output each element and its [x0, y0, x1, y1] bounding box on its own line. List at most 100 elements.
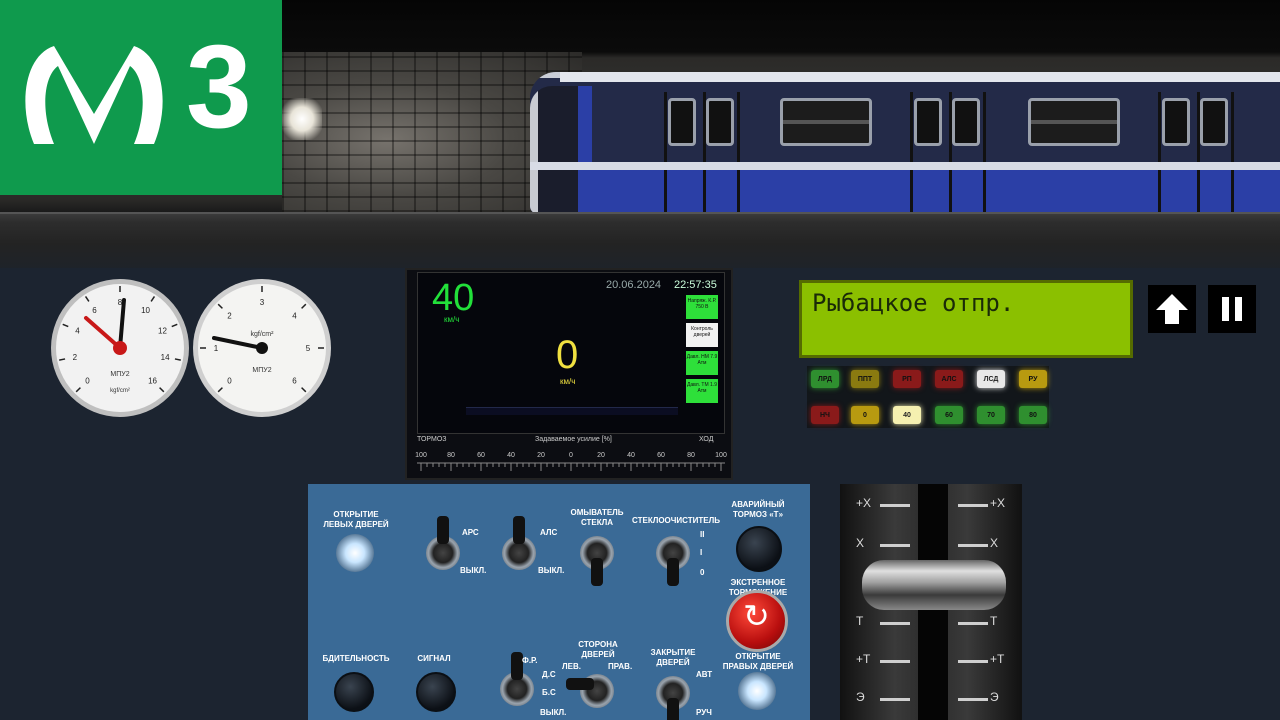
controller-pos-left-label: +T: [856, 652, 871, 666]
indicator-rp: РП: [893, 370, 921, 388]
traction-controller[interactable]: +X X T +T Э +X X T +T Э: [840, 484, 1022, 720]
bs-label: Б.С: [542, 688, 556, 697]
metro-m-icon: [25, 46, 163, 144]
controller-pos-right-mark: [958, 698, 988, 701]
indicator-lrd: ЛРД: [811, 370, 839, 388]
gauge-tick-label: 12: [158, 326, 167, 335]
controller-pos-right-mark: [958, 622, 988, 625]
platform-edge: [0, 212, 1280, 268]
tm-pressure-indicator: Давл. ТМ 1.9 Атм: [686, 379, 718, 403]
scale-tick-label: 40: [627, 452, 635, 459]
indicator-als: АЛС: [935, 370, 963, 388]
gauge-tick-label: 3: [260, 298, 265, 307]
open-right-doors-button[interactable]: [738, 672, 776, 710]
emergency-stop-button[interactable]: [726, 590, 788, 652]
station-text: Рыбацкое отпр.: [812, 289, 1015, 317]
gauge-tick-label: 0: [85, 377, 90, 386]
als-label: АЛС: [540, 528, 558, 537]
gauge-tick-label: 2: [227, 311, 232, 320]
arrow-up-icon: [1156, 294, 1188, 324]
gauge-tick-label: 2: [73, 353, 78, 362]
gauge-tick-label: 0: [227, 377, 232, 386]
wiper-ii-label: II: [700, 530, 705, 539]
tunnel-lamp: [282, 98, 322, 140]
controller-pos-right-mark: [958, 504, 988, 507]
controller-pos-right-label: +X: [990, 496, 1006, 510]
pressure-gauge-right: 0 1 2 3 4 5 6 kgf/cm² МПУ2: [193, 279, 331, 417]
gauge-tick-label: 10: [141, 306, 150, 315]
gauge-tick-label: 4: [292, 311, 297, 320]
voltage-indicator: Напряж. К.Р. 750 В: [686, 295, 718, 319]
controller-pos-right-label: Э: [990, 690, 999, 704]
display-date: 20.06.2024: [606, 279, 662, 291]
close-doors-manual-label: РУЧ: [696, 708, 712, 717]
current-speed: 0: [556, 333, 579, 377]
close-doors-auto-label: АВТ: [696, 670, 713, 679]
controller-pos-right-mark: [958, 660, 988, 663]
indicator-speed-60: 60: [935, 406, 963, 424]
wiper-label: СТЕКЛООЧИСТИТЕЛЬ: [632, 516, 720, 525]
signal-button[interactable]: [416, 672, 456, 712]
fr-label: Ф.Р.: [522, 656, 538, 665]
gauge-tick-label: 16: [148, 377, 157, 386]
door-side-switch[interactable]: [566, 674, 614, 708]
gauge-tick-label: 4: [75, 326, 80, 335]
controller-pos-right-label: +T: [990, 652, 1005, 666]
scale-tick-label: 0: [569, 452, 573, 459]
ds-label: Д.С: [542, 670, 556, 679]
controller-pos-left-mark: [880, 698, 910, 701]
current-speed-unit: км/ч: [560, 377, 576, 386]
station-display: Рыбацкое отпр.: [799, 280, 1133, 358]
pressure-gauge-left: 0246810121416 МПУ2 kgf/cm²: [51, 279, 189, 417]
vigilance-button[interactable]: [334, 672, 374, 712]
als-toggle[interactable]: [502, 516, 536, 570]
indicator-speed-70: 70: [977, 406, 1005, 424]
open-left-doors-label: ОТКРЫТИЕ ЛЕВЫХ ДВЕРЕЙ: [323, 510, 389, 529]
controller-pos-right-label: X: [990, 536, 999, 550]
indicator-speed-80: 80: [1019, 406, 1047, 424]
wiper-0-label: 0: [700, 568, 705, 577]
controller-handle[interactable]: [862, 560, 1006, 610]
scale-ruler: [417, 462, 725, 471]
close-doors-label: ЗАКРЫТИЕ ДВЕРЕЙ: [650, 648, 696, 667]
door-side-left-label: ЛЕВ.: [562, 662, 581, 671]
wiper-toggle[interactable]: [656, 536, 690, 586]
headlights-toggle[interactable]: [500, 652, 534, 706]
open-left-doors-button[interactable]: [336, 534, 374, 572]
washer-toggle[interactable]: [580, 536, 614, 586]
scale-tick-label: 60: [657, 452, 665, 459]
up-button[interactable]: [1148, 285, 1196, 333]
signal-label: СИГНАЛ: [417, 654, 451, 663]
control-panel: ОТКРЫТИЕ ЛЕВЫХ ДВЕРЕЙ АРС ВЫКЛ. АЛС ВЫКЛ…: [308, 484, 810, 720]
controller-pos-left-mark: [880, 504, 910, 507]
indicator-speed-0: 0: [851, 406, 879, 424]
gauge-right-unit: kgf/cm²: [251, 331, 275, 338]
indicator-speed-40: 40: [893, 406, 921, 424]
pause-button[interactable]: [1208, 285, 1256, 333]
gauge-left-unit: kgf/cm²: [110, 388, 130, 394]
pause-icon: [1222, 297, 1242, 321]
nm-pressure-indicator: Давл. НМ 7.9 Атм: [686, 351, 718, 375]
ars-toggle[interactable]: [426, 516, 460, 570]
wiper-i-label: I: [700, 548, 703, 557]
display-time: 22:57:35: [674, 279, 717, 291]
emergency-brake-button[interactable]: [736, 526, 782, 572]
traction-force-bar: [466, 407, 678, 415]
controller-pos-left-mark: [880, 544, 910, 547]
scale-drive-label: ХОД: [699, 436, 714, 443]
gauge-tick-label: 5: [306, 344, 311, 353]
close-doors-toggle[interactable]: [656, 676, 690, 720]
line-number: 3: [186, 21, 252, 153]
train-cab: [530, 86, 592, 214]
indicator-panel: ЛРД ППТ РП АЛС ЛСД РУ НЧ 0 40 60 70 80: [807, 366, 1049, 428]
controller-pos-right-label: T: [990, 614, 998, 628]
scale-tick-label: 40: [507, 452, 515, 459]
scale-tick-label: 20: [537, 452, 545, 459]
door-side-label: СТОРОНА ДВЕРЕЙ: [578, 640, 618, 659]
indicator-ppt: ППТ: [851, 370, 879, 388]
gauge-tick-label: 6: [92, 306, 97, 315]
washer-label: ОМЫВАТЕЛЬ СТЕКЛА: [570, 508, 624, 527]
door-control-indicator: Контроль дверей: [686, 323, 718, 347]
display-screen: 40 км/ч 20.06.2024 22:57:35 0 км/ч Напря…: [417, 272, 725, 434]
controller-pos-left-mark: [880, 622, 910, 625]
